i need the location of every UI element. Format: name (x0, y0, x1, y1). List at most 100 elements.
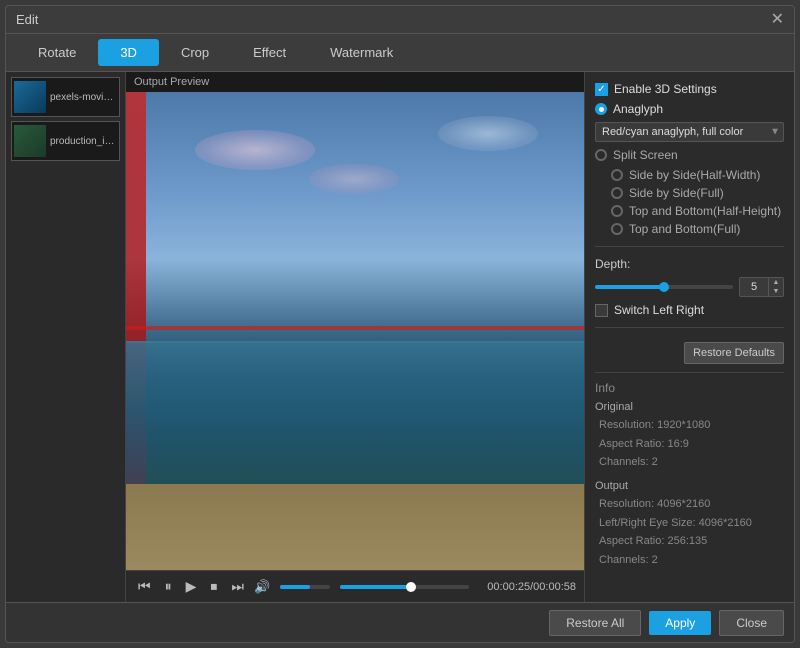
depth-track[interactable] (595, 285, 733, 289)
thumbnail-2[interactable]: production_id... (11, 121, 120, 161)
tab-3d[interactable]: 3D (98, 39, 159, 66)
right-panel: ✓ Enable 3D Settings Anaglyph Red/cyan a (584, 72, 794, 602)
switch-left-right-row[interactable]: Switch Left Right (595, 303, 784, 317)
depth-label: Depth: (595, 257, 630, 271)
tab-rotate[interactable]: Rotate (16, 39, 98, 66)
anaglyph-label: Anaglyph (613, 102, 663, 116)
split-option-1-row[interactable]: Side by Side(Full) (611, 186, 784, 200)
tab-crop[interactable]: Crop (159, 39, 231, 66)
stop-button[interactable]: ⏹ (206, 576, 221, 597)
skip-forward-button[interactable]: ⏭ (227, 576, 248, 597)
split-option-0-label: Side by Side(Half-Width) (629, 168, 760, 182)
split-option-2-row[interactable]: Top and Bottom(Half-Height) (611, 204, 784, 218)
bottom-bar: Restore All Apply Close (6, 602, 794, 642)
split-option-3-radio[interactable] (611, 223, 623, 235)
progress-thumb (406, 582, 416, 592)
depth-increment-button[interactable]: ▲ (769, 278, 783, 287)
thumbnail-1[interactable]: pexels-movie... (11, 77, 120, 117)
output-aspect-ratio: Aspect Ratio: 256:135 (595, 532, 784, 551)
original-aspect-ratio: Aspect Ratio: 16:9 (595, 435, 784, 454)
apply-button[interactable]: Apply (649, 611, 711, 635)
output-eye-size: Left/Right Eye Size: 4096*2160 (595, 514, 784, 533)
thumb-image-1 (14, 81, 46, 113)
original-title: Original (595, 401, 784, 413)
anaglyph-dropdown-wrapper: Red/cyan anaglyph, full color Red/cyan a… (595, 122, 784, 142)
enable-3d-checkbox[interactable]: ✓ (595, 83, 608, 96)
volume-track[interactable] (280, 585, 330, 589)
progress-track[interactable] (340, 585, 469, 589)
output-info-group: Output Resolution: 4096*2160 Left/Right … (595, 480, 784, 570)
original-info-group: Original Resolution: 1920*1080 Aspect Ra… (595, 401, 784, 472)
switch-left-right-label: Switch Left Right (614, 303, 704, 317)
video-panel: Output Preview (126, 72, 584, 602)
split-option-0-row[interactable]: Side by Side(Half-Width) (611, 168, 784, 182)
volume-fill (280, 585, 310, 589)
split-option-0-radio[interactable] (611, 169, 623, 181)
depth-fill (595, 285, 664, 289)
radio-inner (599, 107, 604, 112)
time-display: 00:00:25/00:00:58 (487, 581, 576, 593)
controls-bar: ⏮ ⏸ ▶ ⏹ ⏭ 🔊 00:00:25/00:00:58 (126, 570, 584, 602)
depth-input-wrapper: ▲ ▼ (739, 277, 784, 297)
restore-all-button[interactable]: Restore All (549, 610, 641, 636)
divider-2 (595, 327, 784, 328)
thumb-label-1: pexels-movie... (50, 92, 117, 103)
depth-control-row: ▲ ▼ (595, 277, 784, 297)
checkbox-check-icon: ✓ (597, 84, 605, 95)
thumb-image-2 (14, 125, 46, 157)
enable-3d-row[interactable]: ✓ Enable 3D Settings (595, 82, 784, 96)
window-close-button[interactable]: ✕ (771, 12, 784, 28)
enable-3d-label: Enable 3D Settings (614, 82, 717, 96)
tab-bar: Rotate 3D Crop Effect Watermark (6, 34, 794, 72)
progress-fill (340, 585, 411, 589)
volume-icon: 🔊 (254, 579, 270, 595)
depth-thumb (659, 282, 669, 292)
video-background (126, 92, 584, 570)
settings-section: ✓ Enable 3D Settings Anaglyph Red/cyan a (595, 82, 784, 364)
output-channels: Channels: 2 (595, 551, 784, 570)
video-area (126, 92, 584, 570)
depth-row: Depth: (595, 257, 784, 271)
original-channels: Channels: 2 (595, 453, 784, 472)
output-preview-label: Output Preview (126, 72, 584, 92)
info-section: Info Original Resolution: 1920*1080 Aspe… (595, 372, 784, 578)
window-title: Edit (16, 12, 38, 27)
split-option-1-label: Side by Side(Full) (629, 186, 724, 200)
left-panel: pexels-movie... production_id... (6, 72, 126, 602)
anaglyph-select-row: Red/cyan anaglyph, full color Red/cyan a… (595, 122, 784, 142)
split-option-2-radio[interactable] (611, 205, 623, 217)
split-option-3-label: Top and Bottom(Full) (629, 222, 740, 236)
title-bar: Edit ✕ (6, 6, 794, 34)
tab-effect[interactable]: Effect (231, 39, 308, 66)
split-options: Side by Side(Half-Width) Side by Side(Fu… (595, 168, 784, 236)
output-resolution: Resolution: 4096*2160 (595, 495, 784, 514)
info-title: Info (595, 381, 784, 395)
edit-window: Edit ✕ Rotate 3D Crop Effect Watermark p… (5, 5, 795, 643)
depth-input[interactable] (740, 281, 768, 293)
anaglyph-radio[interactable] (595, 103, 607, 115)
restore-defaults-button[interactable]: Restore Defaults (684, 342, 784, 364)
depth-spinners: ▲ ▼ (768, 278, 783, 296)
divider-1 (595, 246, 784, 247)
close-button[interactable]: Close (719, 610, 784, 636)
switch-left-right-checkbox[interactable] (595, 304, 608, 317)
restore-defaults-row: Restore Defaults (595, 342, 784, 364)
split-option-2-label: Top and Bottom(Half-Height) (629, 204, 781, 218)
video-frame (126, 92, 584, 570)
play-pause-button[interactable]: ⏸ (161, 576, 176, 597)
main-content: pexels-movie... production_id... Output … (6, 72, 794, 602)
anaglyph-dropdown[interactable]: Red/cyan anaglyph, full color Red/cyan a… (595, 122, 784, 142)
split-screen-radio[interactable] (595, 149, 607, 161)
split-screen-radio-row[interactable]: Split Screen (595, 148, 784, 162)
split-screen-label: Split Screen (613, 148, 678, 162)
split-option-3-row[interactable]: Top and Bottom(Full) (611, 222, 784, 236)
skip-back-button[interactable]: ⏮ (134, 576, 155, 597)
tab-watermark[interactable]: Watermark (308, 39, 415, 66)
original-resolution: Resolution: 1920*1080 (595, 416, 784, 435)
anaglyph-overlay (126, 92, 584, 570)
thumb-label-2: production_id... (50, 136, 117, 147)
play-forward-button[interactable]: ▶ (182, 576, 201, 597)
split-option-1-radio[interactable] (611, 187, 623, 199)
depth-decrement-button[interactable]: ▼ (769, 287, 783, 296)
anaglyph-radio-row[interactable]: Anaglyph (595, 102, 784, 116)
